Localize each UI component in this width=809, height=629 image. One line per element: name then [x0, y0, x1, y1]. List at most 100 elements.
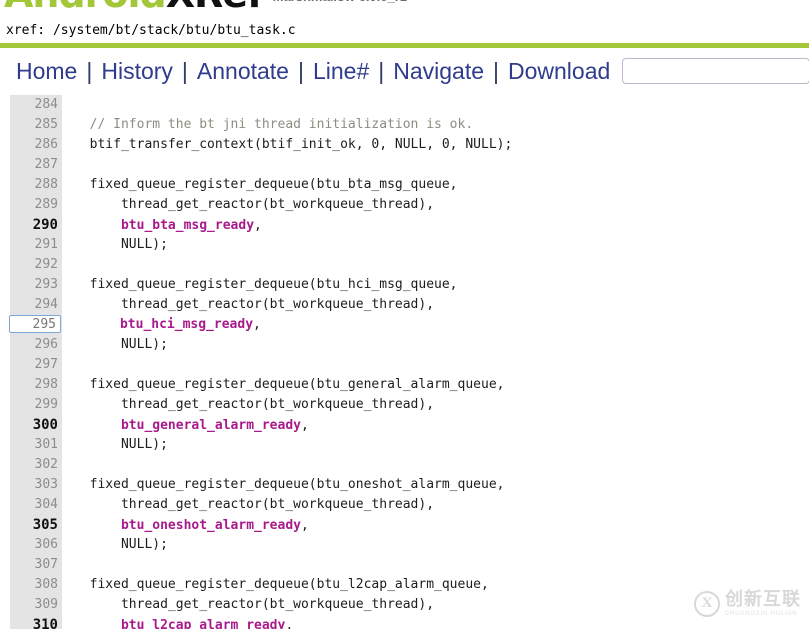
code-line: 305 btu_oneshot_alarm_ready,: [0, 515, 809, 535]
line-number[interactable]: 297: [10, 355, 62, 375]
nav-separator: |: [86, 57, 93, 84]
line-number[interactable]: 286: [10, 135, 62, 155]
site-logo[interactable]: AndroidXRef Marshmallow 6.0.0_r1: [4, 0, 407, 14]
code-line: 286 btif_transfer_context(btif_init_ok, …: [0, 135, 809, 155]
line-number[interactable]: 291: [10, 235, 62, 255]
code-token: thread_get_reactor(bt_workqueue_thread),: [74, 597, 435, 612]
code-token: ,: [285, 618, 294, 629]
code-text: NULL);: [74, 237, 168, 252]
line-number[interactable]: 293: [10, 275, 62, 295]
code-text: NULL);: [74, 337, 168, 352]
code-line: 293 fixed_queue_register_dequeue(btu_hci…: [0, 275, 809, 295]
code-line: 298 fixed_queue_register_dequeue(btu_gen…: [0, 375, 809, 395]
code-token: thread_get_reactor(bt_workqueue_thread),: [74, 297, 435, 312]
xref-path-label: xref: /system/bt/stack/btu/btu_task.c: [6, 23, 296, 38]
line-number[interactable]: 304: [10, 495, 62, 515]
code-text: thread_get_reactor(bt_workqueue_thread),: [74, 597, 434, 612]
code-text: fixed_queue_register_dequeue(btu_l2cap_a…: [74, 577, 489, 592]
code-text: btu_l2cap_alarm_ready,: [74, 618, 293, 629]
nav-separator: |: [493, 57, 499, 84]
code-text: fixed_queue_register_dequeue(btu_general…: [74, 377, 505, 392]
code-token: thread_get_reactor(bt_workqueue_thread),: [74, 397, 435, 412]
line-number[interactable]: 310: [10, 615, 62, 629]
code-text: btu_bta_msg_ready,: [74, 218, 262, 233]
code-text: btu_hci_msg_ready,: [73, 317, 261, 332]
code-line: 289 thread_get_reactor(bt_workqueue_thre…: [0, 195, 809, 215]
line-number[interactable]: 296: [10, 335, 62, 355]
watermark-logo-icon: X: [694, 591, 720, 617]
line-number[interactable]: 288: [10, 175, 62, 195]
line-number[interactable]: 303: [10, 475, 62, 495]
line-number[interactable]: 285: [10, 115, 62, 135]
code-line: 306 NULL);: [0, 535, 809, 555]
nav-navigate[interactable]: Navigate: [391, 58, 486, 84]
line-number[interactable]: 309: [10, 595, 62, 615]
logo-text-xref: XRef: [166, 0, 264, 16]
code-token: fixed_queue_register_dequeue(btu_oneshot…: [74, 477, 505, 492]
code-line: 310 btu_l2cap_alarm_ready,: [0, 615, 809, 629]
nav-linenum[interactable]: Line#: [311, 58, 371, 84]
code-text: thread_get_reactor(bt_workqueue_thread),: [74, 397, 434, 412]
code-token: ,: [254, 218, 262, 233]
code-symbol-link[interactable]: btu_oneshot_alarm_ready: [121, 518, 301, 533]
code-line: 287: [0, 155, 809, 175]
line-number[interactable]: 290: [10, 215, 62, 235]
code-symbol-link[interactable]: btu_l2cap_alarm_ready: [121, 618, 285, 629]
code-token: ,: [253, 317, 261, 332]
source-code-pane[interactable]: 284 285 // Inform the bt jni thread initi…: [0, 95, 809, 629]
line-number[interactable]: 287: [10, 155, 62, 175]
line-number[interactable]: 305: [10, 515, 62, 535]
nav-history[interactable]: History: [99, 58, 175, 84]
line-number[interactable]: 306: [10, 535, 62, 555]
code-text: NULL);: [74, 437, 168, 452]
code-line: 307: [0, 555, 809, 575]
nav-home[interactable]: Home: [14, 58, 79, 84]
code-token: btif_transfer_context(btif_init_ok, 0, N…: [74, 137, 513, 152]
code-symbol-link[interactable]: btu_general_alarm_ready: [121, 418, 301, 433]
line-number[interactable]: 295: [9, 315, 61, 333]
code-token: NULL);: [74, 337, 168, 352]
code-line: 296 NULL);: [0, 335, 809, 355]
code-line: 295 btu_hci_msg_ready,: [0, 315, 809, 335]
nav-download[interactable]: Download: [506, 58, 612, 84]
code-line: 302: [0, 455, 809, 475]
code-token: ,: [300, 518, 309, 533]
line-number[interactable]: 292: [10, 255, 62, 275]
line-number[interactable]: 299: [10, 395, 62, 415]
code-text: thread_get_reactor(bt_workqueue_thread),: [74, 297, 434, 312]
line-number[interactable]: 302: [10, 455, 62, 475]
line-number[interactable]: 289: [10, 195, 62, 215]
search-input[interactable]: [622, 58, 809, 84]
code-symbol-link[interactable]: btu_hci_msg_ready: [120, 317, 253, 332]
code-text: fixed_queue_register_dequeue(btu_oneshot…: [74, 477, 505, 492]
code-symbol-link[interactable]: btu_bta_msg_ready: [121, 218, 254, 233]
line-number[interactable]: 301: [10, 435, 62, 455]
code-text: fixed_queue_register_dequeue(btu_hci_msg…: [74, 277, 458, 292]
code-line: 294 thread_get_reactor(bt_workqueue_thre…: [0, 295, 809, 315]
code-line: 309 thread_get_reactor(bt_workqueue_thre…: [0, 595, 809, 615]
code-comment: // Inform the bt jni thread initializati…: [74, 117, 474, 132]
code-line: 291 NULL);: [0, 235, 809, 255]
logo-version-label: Marshmallow 6.0.0_r1: [273, 0, 407, 4]
watermark-text-cn: 创新互联: [725, 589, 801, 610]
code-token: fixed_queue_register_dequeue(btu_bta_msg…: [74, 177, 458, 192]
line-number[interactable]: 307: [10, 555, 62, 575]
line-number[interactable]: 300: [10, 415, 62, 435]
watermark: X 创新互联 CHUANGXIN HULIAN: [694, 591, 801, 617]
code-line: 285 // Inform the bt jni thread initiali…: [0, 115, 809, 135]
line-number[interactable]: 298: [10, 375, 62, 395]
code-token: fixed_queue_register_dequeue(btu_general…: [74, 377, 505, 392]
code-token: fixed_queue_register_dequeue(btu_l2cap_a…: [74, 577, 489, 592]
code-line: 301 NULL);: [0, 435, 809, 455]
site-masthead: AndroidXRef Marshmallow 6.0.0_r1: [0, 0, 809, 16]
code-text: // Inform the bt jni thread initializati…: [74, 117, 474, 132]
line-number[interactable]: 284: [10, 95, 62, 115]
nav-annotate[interactable]: Annotate: [195, 58, 291, 84]
line-number[interactable]: 308: [10, 575, 62, 595]
nav-separator: |: [181, 57, 188, 84]
line-number[interactable]: 294: [10, 295, 62, 315]
